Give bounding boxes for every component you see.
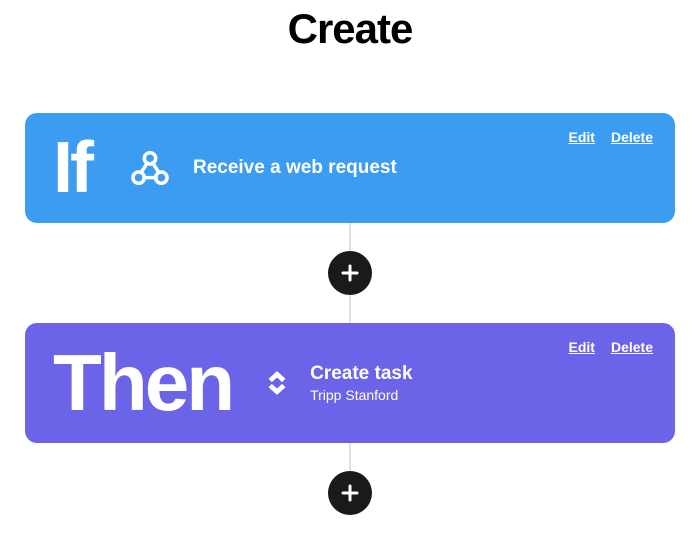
if-description: Receive a web request <box>193 157 397 179</box>
webhook-icon <box>129 147 171 189</box>
then-description: Create task Tripp Stanford <box>310 363 412 403</box>
connector-line <box>349 443 351 471</box>
connector-line <box>349 223 351 251</box>
then-action-card[interactable]: Then Create task Tripp Stanford Edit Del… <box>25 323 675 443</box>
plus-icon <box>340 483 360 503</box>
page-title: Create <box>288 5 413 53</box>
connector-line <box>349 295 351 323</box>
then-card-actions: Edit Delete <box>569 339 653 355</box>
if-keyword: If <box>53 132 91 204</box>
then-edit-link[interactable]: Edit <box>569 339 595 355</box>
if-trigger-label: Receive a web request <box>193 157 397 179</box>
then-keyword: Then <box>53 343 232 423</box>
add-step-button[interactable] <box>328 251 372 295</box>
if-trigger-card[interactable]: If Receive a web request Edit Delete <box>25 113 675 223</box>
clickup-icon <box>260 366 294 400</box>
if-delete-link[interactable]: Delete <box>611 129 653 145</box>
if-edit-link[interactable]: Edit <box>569 129 595 145</box>
add-step-button[interactable] <box>328 471 372 515</box>
then-delete-link[interactable]: Delete <box>611 339 653 355</box>
then-account-label: Tripp Stanford <box>310 387 412 403</box>
plus-icon <box>340 263 360 283</box>
if-card-actions: Edit Delete <box>569 129 653 145</box>
then-action-label: Create task <box>310 363 412 385</box>
applet-builder: Create If Receive a web request Edit Del… <box>0 0 700 515</box>
